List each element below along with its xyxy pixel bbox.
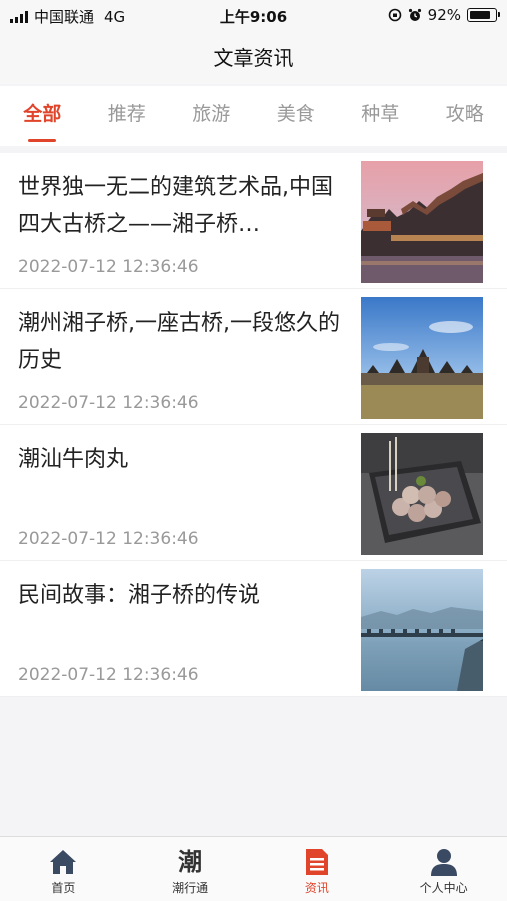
status-right: 92% [388, 6, 500, 24]
home-icon [50, 850, 77, 874]
tabbar-profile[interactable]: 个人中心 [380, 837, 507, 901]
page-title: 文章资讯 [0, 32, 507, 84]
article-date: 2022-07-12 12:36:46 [18, 665, 199, 685]
tab-food[interactable]: 美食 [271, 86, 321, 146]
tab-all[interactable]: 全部 [17, 86, 67, 146]
tabbar-news[interactable]: 资讯 [254, 837, 381, 901]
article-thumbnail [361, 297, 483, 419]
battery-icon [467, 8, 500, 22]
tabbar-label: 潮行通 [172, 881, 209, 895]
category-tabs: 全部 推荐 旅游 美食 种草 攻略 [0, 86, 507, 146]
article-date: 2022-07-12 12:36:46 [18, 393, 199, 413]
status-bar: 中国联通 4G 上午9:06 92% [0, 0, 507, 32]
article-title: 民间故事：湘子桥的传说 [18, 583, 261, 608]
tabbar-home[interactable]: 首页 [0, 837, 127, 901]
tabbar-label: 首页 [51, 881, 76, 895]
article-item[interactable]: 世界独一无二的建筑艺术品,中国四大古桥之——湘子桥… 2022-07-12 12… [0, 153, 507, 289]
chao-char-icon: 潮 [178, 848, 203, 876]
battery-fill [470, 11, 490, 19]
person-icon [430, 849, 457, 876]
document-icon [305, 849, 328, 875]
tab-picks[interactable]: 种草 [355, 86, 405, 146]
alarm-icon [408, 8, 421, 21]
tabbar-label: 个人中心 [419, 881, 468, 895]
article-item[interactable]: 潮州湘子桥,一座古桥,一段悠久的历史 2022-07-12 12:36:46 [0, 289, 507, 425]
article-title: 潮州湘子桥,一座古桥,一段悠久的历史 [18, 311, 340, 373]
tab-recommended[interactable]: 推荐 [102, 86, 152, 146]
battery-percent: 92% [427, 6, 461, 24]
article-date: 2022-07-12 12:36:46 [18, 529, 199, 549]
article-date: 2022-07-12 12:36:46 [18, 257, 199, 277]
lock-rotation-icon [388, 8, 401, 22]
bottom-tab-bar: 首页 潮 潮行通 资讯 个人中心 [0, 836, 507, 901]
article-list: 世界独一无二的建筑艺术品,中国四大古桥之——湘子桥… 2022-07-12 12… [0, 153, 507, 697]
tab-guides[interactable]: 攻略 [440, 86, 490, 146]
article-title: 世界独一无二的建筑艺术品,中国四大古桥之——湘子桥… [18, 175, 333, 237]
article-item[interactable]: 民间故事：湘子桥的传说 2022-07-12 12:36:46 [0, 561, 507, 697]
tabbar-chaoxingtong[interactable]: 潮 潮行通 [127, 837, 254, 901]
tab-travel[interactable]: 旅游 [186, 86, 236, 146]
article-thumbnail [361, 161, 483, 283]
article-thumbnail [361, 433, 483, 555]
article-title: 潮汕牛肉丸 [18, 447, 129, 472]
tabbar-label: 资讯 [304, 881, 329, 895]
article-item[interactable]: 潮汕牛肉丸 2022-07-12 12:36:46 [0, 425, 507, 561]
article-thumbnail [361, 569, 483, 691]
